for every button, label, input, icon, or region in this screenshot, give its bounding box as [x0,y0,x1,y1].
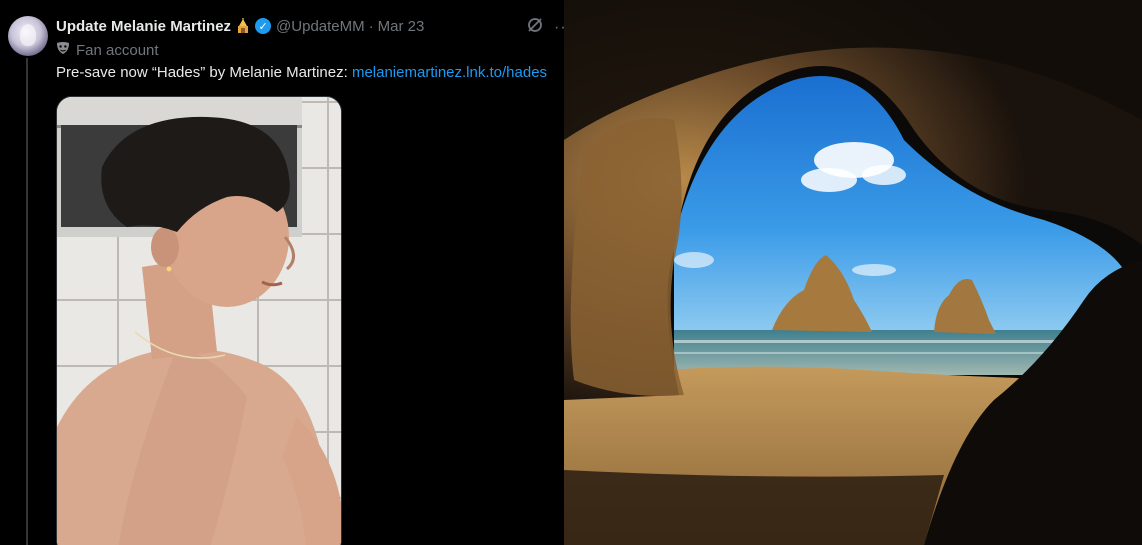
display-name[interactable]: Update Melanie Martinez [56,18,231,35]
thread-line [26,58,28,545]
temple-emoji-icon [236,18,250,34]
tweet-text-body: Pre-save now “Hades” by Melanie Martinez… [56,64,352,81]
more-icon[interactable]: ··· [554,19,564,36]
tweet-media-photo[interactable] [56,96,342,545]
account-label: Fan account [76,41,159,59]
person-illustration [57,116,341,545]
handle[interactable]: @UpdateMM [276,18,365,35]
tweet-actions: ··· [526,16,564,39]
avatar[interactable] [8,16,48,56]
tweet-header: Update Melanie Martinez ✓ @UpdateMM · Ma… [56,16,424,36]
separator: · [368,17,374,35]
theater-mask-icon [56,41,76,59]
verified-badge-icon[interactable]: ✓ [255,18,272,34]
tweet-panel: Update Melanie Martinez ✓ @UpdateMM · Ma… [0,0,564,545]
cave-beach-wallpaper [564,0,1142,545]
account-label-row: Fan account [56,41,159,59]
grok-icon[interactable] [526,16,544,39]
tweet-text: Pre-save now “Hades” by Melanie Martinez… [56,64,547,81]
tweet-date[interactable]: Mar 23 [378,18,425,35]
tweet-link[interactable]: melaniemartinez.lnk.to/hades [352,64,547,81]
